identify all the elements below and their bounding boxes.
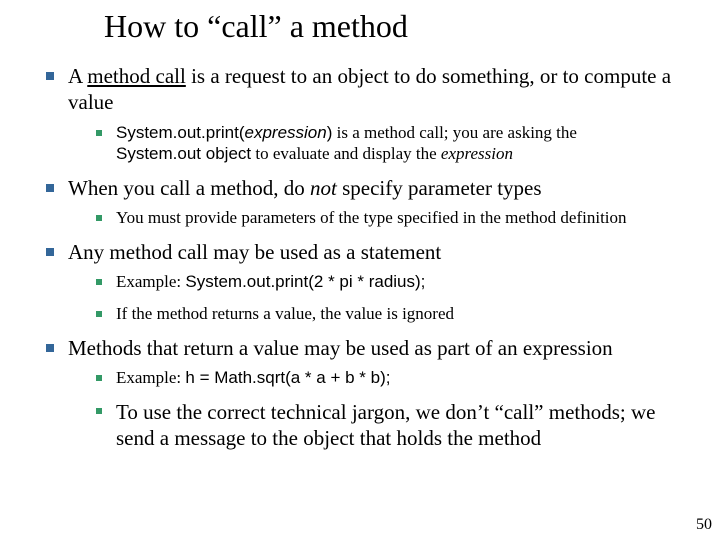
square-bullet-icon [46, 72, 54, 80]
bullet-do-not-specify-types: When you call a method, do not specify p… [46, 175, 690, 201]
italic-term: not [310, 176, 337, 200]
text-fragment: specify parameter types [337, 176, 542, 200]
bullet-method-call-definition: A method call is a request to an object … [46, 63, 690, 116]
square-bullet-icon [46, 248, 54, 256]
code-text: System.out [116, 144, 206, 163]
code-text: System.out.print( [116, 123, 245, 142]
sub-bullet-send-message: To use the correct technical jargon, we … [96, 399, 690, 452]
slide: How to “call” a method A method call is … [0, 0, 720, 540]
bullet-method-call-as-statement: Any method call may be used as a stateme… [46, 239, 690, 265]
bullet-text: Methods that return a value may be used … [68, 335, 690, 361]
page-number: 50 [696, 516, 712, 534]
code-text: System.out.print(2 * pi * radius); [185, 272, 425, 291]
bullet-text: A method call is a request to an object … [68, 63, 690, 116]
bullet-text: Example: System.out.print(2 * pi * radiu… [116, 271, 690, 293]
square-bullet-icon [96, 311, 102, 317]
sub-bullet-example-sqrt: Example: h = Math.sqrt(a * a + b * b); [96, 367, 690, 389]
text-fragment: A [68, 64, 87, 88]
square-bullet-icon [96, 130, 102, 136]
code-text: object [206, 144, 251, 163]
bullet-text: Example: h = Math.sqrt(a * a + b * b); [116, 367, 690, 389]
underlined-term: method call [87, 64, 186, 88]
sub-bullet-example-print: Example: System.out.print(2 * pi * radiu… [96, 271, 690, 293]
square-bullet-icon [46, 344, 54, 352]
square-bullet-icon [96, 215, 102, 221]
bullet-text: Any method call may be used as a stateme… [68, 239, 690, 265]
bullet-method-in-expression: Methods that return a value may be used … [46, 335, 690, 361]
code-text: h = Math.sqrt(a * a + b * b); [185, 368, 390, 387]
text-fragment: Example: [116, 368, 185, 387]
sub-bullet-value-ignored: If the method returns a value, the value… [96, 303, 690, 325]
square-bullet-icon [96, 375, 102, 381]
code-param: expression [245, 123, 327, 142]
slide-title: How to “call” a method [104, 8, 690, 45]
square-bullet-icon [46, 184, 54, 192]
bullet-text: To use the correct technical jargon, we … [116, 399, 690, 452]
text-fragment: When you call a method, do [68, 176, 310, 200]
bullet-text: System.out.print(expression) is a method… [116, 122, 690, 166]
square-bullet-icon [96, 408, 102, 414]
text-fragment: Example: [116, 272, 185, 291]
text-fragment: is a method call; you are asking the [332, 123, 577, 142]
sub-bullet-system-out-print: System.out.print(expression) is a method… [96, 122, 690, 166]
bullet-text: When you call a method, do not specify p… [68, 175, 690, 201]
sub-bullet-provide-parameters: You must provide parameters of the type … [96, 207, 690, 229]
bullet-text: If the method returns a value, the value… [116, 303, 690, 325]
bullet-text: You must provide parameters of the type … [116, 207, 690, 229]
square-bullet-icon [96, 279, 102, 285]
text-fragment: to evaluate and display the [251, 144, 441, 163]
italic-term: expression [441, 144, 513, 163]
